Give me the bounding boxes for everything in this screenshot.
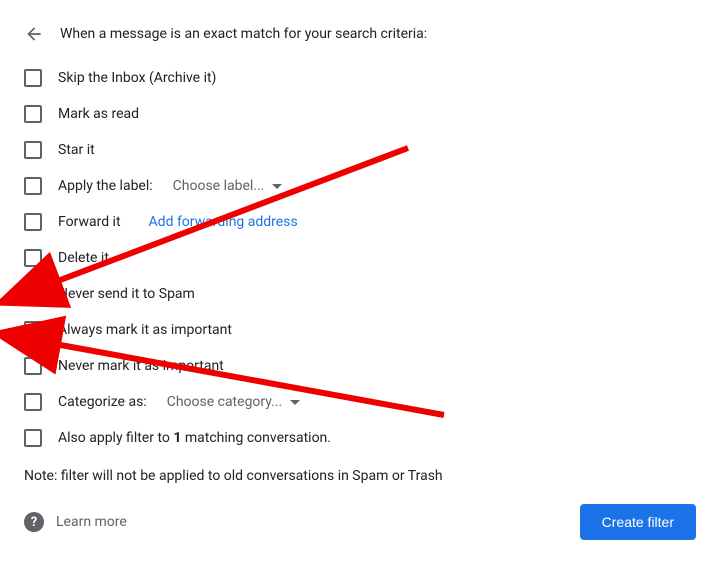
mark-read-label: Mark as read <box>58 106 139 122</box>
back-button[interactable] <box>24 24 44 44</box>
categorize-label: Categorize as: <box>58 394 147 410</box>
page-title: When a message is an exact match for you… <box>60 26 427 42</box>
note-text: Note: filter will not be applied to old … <box>24 468 696 484</box>
choose-label-dropdown[interactable]: Choose label... <box>173 178 283 194</box>
add-forwarding-link[interactable]: Add forwarding address <box>149 214 298 230</box>
choose-category-dropdown[interactable]: Choose category... <box>167 394 301 410</box>
apply-label-checkbox[interactable] <box>24 177 42 195</box>
chevron-down-icon <box>272 184 282 189</box>
choose-label-text: Choose label... <box>173 178 265 194</box>
also-apply-checkbox[interactable] <box>24 429 42 447</box>
never-important-label: Never mark it as important <box>58 358 224 374</box>
help-icon: ? <box>24 512 44 532</box>
forward-checkbox[interactable] <box>24 213 42 231</box>
never-important-checkbox[interactable] <box>24 357 42 375</box>
chevron-down-icon <box>290 400 300 405</box>
apply-label-label: Apply the label: <box>58 178 153 194</box>
also-apply-label: Also apply filter to 1 matching conversa… <box>58 430 331 446</box>
mark-important-checkbox[interactable] <box>24 321 42 339</box>
delete-label: Delete it <box>58 250 109 266</box>
star-checkbox[interactable] <box>24 141 42 159</box>
checkmark-icon <box>25 286 41 302</box>
choose-category-text: Choose category... <box>167 394 283 410</box>
arrow-left-icon <box>24 24 44 44</box>
skip-inbox-checkbox[interactable] <box>24 69 42 87</box>
categorize-checkbox[interactable] <box>24 393 42 411</box>
mark-important-label: Always mark it as important <box>58 322 232 338</box>
create-filter-button[interactable]: Create filter <box>580 504 696 540</box>
star-label: Star it <box>58 142 95 158</box>
learn-more-text: Learn more <box>56 514 127 530</box>
learn-more-link[interactable]: ? Learn more <box>24 512 127 532</box>
delete-checkbox[interactable] <box>24 249 42 267</box>
never-spam-checkbox[interactable] <box>24 285 42 303</box>
never-spam-label: Never send it to Spam <box>58 286 195 302</box>
checkmark-icon <box>25 322 41 338</box>
mark-read-checkbox[interactable] <box>24 105 42 123</box>
skip-inbox-label: Skip the Inbox (Archive it) <box>58 70 216 86</box>
forward-label: Forward it <box>58 214 121 230</box>
